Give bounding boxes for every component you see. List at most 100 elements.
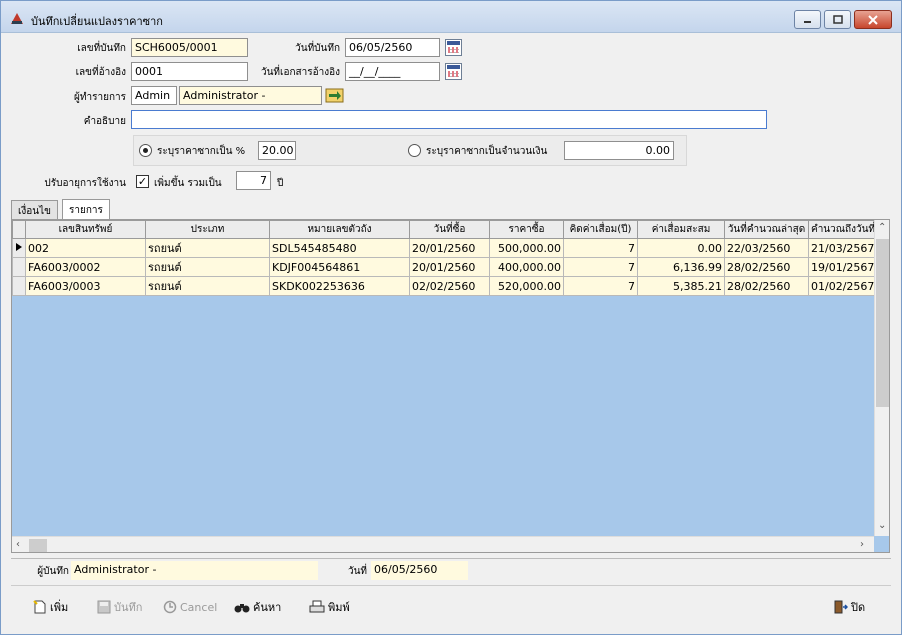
percent-radio-label: ระบุราคาซากเป็น %	[157, 146, 246, 157]
cell-price[interactable]: 520,000.00	[489, 276, 564, 296]
cell-dep-years[interactable]: 7	[563, 276, 638, 296]
salvage-option-group: ระบุราคาซากเป็น % 20.00 ระบุราคาซากเป็นจ…	[133, 135, 687, 166]
cell-price[interactable]: 400,000.00	[489, 257, 564, 277]
cell-chassis[interactable]: SDL545485480	[269, 238, 410, 258]
increase-checkbox[interactable]: ✓	[136, 175, 149, 188]
years-unit: ปี	[277, 178, 284, 189]
operator-label: ผู้ทำรายการ	[74, 92, 126, 103]
increase-label: เพิ่มขึ้น รวมเป็น	[154, 178, 222, 189]
items-grid[interactable]: เลขสินทรัพย์ ประเภท หมายเลขตัวถัง วันที่…	[11, 219, 890, 553]
ref-no-field[interactable]: 0001	[131, 62, 248, 81]
years-field[interactable]: 7	[236, 171, 271, 190]
operator-code-field[interactable]: Admin	[131, 86, 177, 105]
calendar-icon[interactable]	[445, 63, 462, 80]
cell-last-calc[interactable]: 28/02/2560	[724, 257, 809, 277]
cell-calc-to[interactable]: 21/03/2567	[807, 238, 879, 258]
scroll-down-icon[interactable]: ⌄	[878, 520, 886, 531]
cell-chassis[interactable]: SKDK002253636	[269, 276, 410, 296]
cell-asset-no[interactable]: FA6003/0003	[25, 276, 146, 296]
percent-field[interactable]: 20.00	[258, 141, 296, 160]
table-row[interactable]: FA6003/0003 รถยนต์ SKDK002253636 02/02/2…	[12, 276, 879, 296]
column-header[interactable]: ราคาซื้อ	[489, 220, 564, 239]
cell-price[interactable]: 500,000.00	[489, 238, 564, 258]
calendar-icon[interactable]	[445, 39, 462, 56]
footer-date-field: 06/05/2560	[371, 561, 468, 580]
vertical-scrollbar[interactable]: ⌃ ⌄	[874, 220, 889, 536]
print-label: พิมพ์	[328, 601, 350, 614]
lookup-icon[interactable]	[325, 86, 345, 104]
save-button[interactable]: บันทึก	[97, 597, 142, 617]
cell-type[interactable]: รถยนต์	[145, 238, 270, 258]
cell-asset-no[interactable]: 002	[25, 238, 146, 258]
horizontal-scrollbar[interactable]: ‹ ›	[12, 536, 874, 552]
tab-conditions[interactable]: เงื่อนไข	[11, 200, 59, 220]
cell-type[interactable]: รถยนต์	[145, 276, 270, 296]
add-button[interactable]: เพิ่ม	[33, 597, 68, 617]
cell-acc-dep[interactable]: 5,385.21	[637, 276, 725, 296]
cancel-label: Cancel	[180, 600, 218, 614]
horizontal-scroll-thumb[interactable]	[29, 539, 47, 552]
scroll-up-icon[interactable]: ⌃	[878, 222, 886, 233]
column-header[interactable]: ค่าเสื่อมสะสม	[637, 220, 725, 239]
column-header[interactable]: วันที่ซื้อ	[409, 220, 490, 239]
cell-buy-date[interactable]: 20/01/2560	[409, 257, 490, 277]
app-icon	[11, 13, 23, 24]
column-header[interactable]: หมายเลขตัวถัง	[269, 220, 410, 239]
search-label: ค้นหา	[253, 601, 282, 614]
amount-field[interactable]: 0.00	[564, 141, 674, 160]
cell-calc-to[interactable]: 01/02/2567	[807, 276, 879, 296]
close-window-button[interactable]	[854, 10, 892, 29]
amount-radio[interactable]	[408, 144, 421, 157]
window-title: บันทึกเปลี่ยนแปลงราคาซาก	[31, 15, 163, 28]
row-pointer-icon	[16, 242, 22, 251]
exit-button[interactable]: ปิด	[834, 597, 865, 617]
search-button[interactable]: ค้นหา	[234, 597, 281, 617]
tab-items[interactable]: รายการ	[62, 199, 110, 220]
description-field[interactable]	[131, 110, 767, 129]
column-header[interactable]: เลขสินทรัพย์	[25, 220, 146, 239]
table-row[interactable]: 002 รถยนต์ SDL545485480 20/01/2560 500,0…	[12, 238, 879, 258]
column-header[interactable]: วันที่คำนวณล่าสุด	[724, 220, 809, 239]
cell-dep-years[interactable]: 7	[563, 238, 638, 258]
scroll-right-icon[interactable]: ›	[860, 539, 864, 550]
cell-last-calc[interactable]: 28/02/2560	[724, 276, 809, 296]
table-row[interactable]: FA6003/0002 รถยนต์ KDJF004564861 20/01/2…	[12, 257, 879, 277]
save-label: บันทึก	[114, 601, 143, 614]
ref-date-field[interactable]: __/__/____	[345, 62, 440, 81]
cell-buy-date[interactable]: 20/01/2560	[409, 238, 490, 258]
cancel-icon	[163, 600, 177, 614]
current-row-indicator	[12, 238, 26, 258]
maximize-button[interactable]	[824, 10, 851, 29]
add-icon	[33, 600, 46, 614]
cell-last-calc[interactable]: 22/03/2560	[724, 238, 809, 258]
column-header[interactable]: คำนวณถึงวันที่	[807, 220, 879, 239]
add-label: เพิ่ม	[50, 601, 69, 614]
column-header[interactable]: ประเภท	[145, 220, 270, 239]
cell-type[interactable]: รถยนต์	[145, 257, 270, 277]
scroll-left-icon[interactable]: ‹	[16, 539, 20, 550]
cell-chassis[interactable]: KDJF004564861	[269, 257, 410, 277]
print-button[interactable]: พิมพ์	[309, 597, 350, 617]
items-table: เลขสินทรัพย์ ประเภท หมายเลขตัวถัง วันที่…	[12, 220, 879, 296]
cell-buy-date[interactable]: 02/02/2560	[409, 276, 490, 296]
cell-calc-to[interactable]: 19/01/2567	[807, 257, 879, 277]
column-header[interactable]: คิดค่าเสื่อม(ปี)	[563, 220, 638, 239]
maximize-icon	[832, 15, 843, 24]
footer-date-label: วันที่	[347, 566, 367, 577]
minimize-icon	[804, 21, 811, 23]
amount-radio-label: ระบุราคาซากเป็นจำนวนเงิน	[426, 146, 548, 157]
cell-dep-years[interactable]: 7	[563, 257, 638, 277]
bottom-toolbar: เพิ่ม บันทึก Cancel ค้นหา พิมพ์ ปิด	[11, 585, 891, 627]
cell-asset-no[interactable]: FA6003/0002	[25, 257, 146, 277]
ref-no-label: เลขที่อ้างอิง	[75, 67, 126, 78]
vertical-scroll-thumb[interactable]	[876, 239, 889, 407]
cell-acc-dep[interactable]: 0.00	[637, 238, 725, 258]
cell-acc-dep[interactable]: 6,136.99	[637, 257, 725, 277]
doc-no-field[interactable]: SCH6005/0001	[131, 38, 248, 57]
minimize-button[interactable]	[794, 10, 821, 29]
doc-date-field[interactable]: 06/05/2560	[345, 38, 440, 57]
percent-radio[interactable]	[139, 144, 152, 157]
cancel-button[interactable]: Cancel	[163, 597, 217, 617]
title-bar: บันทึกเปลี่ยนแปลงราคาซาก	[1, 1, 901, 33]
close-icon	[868, 14, 878, 25]
